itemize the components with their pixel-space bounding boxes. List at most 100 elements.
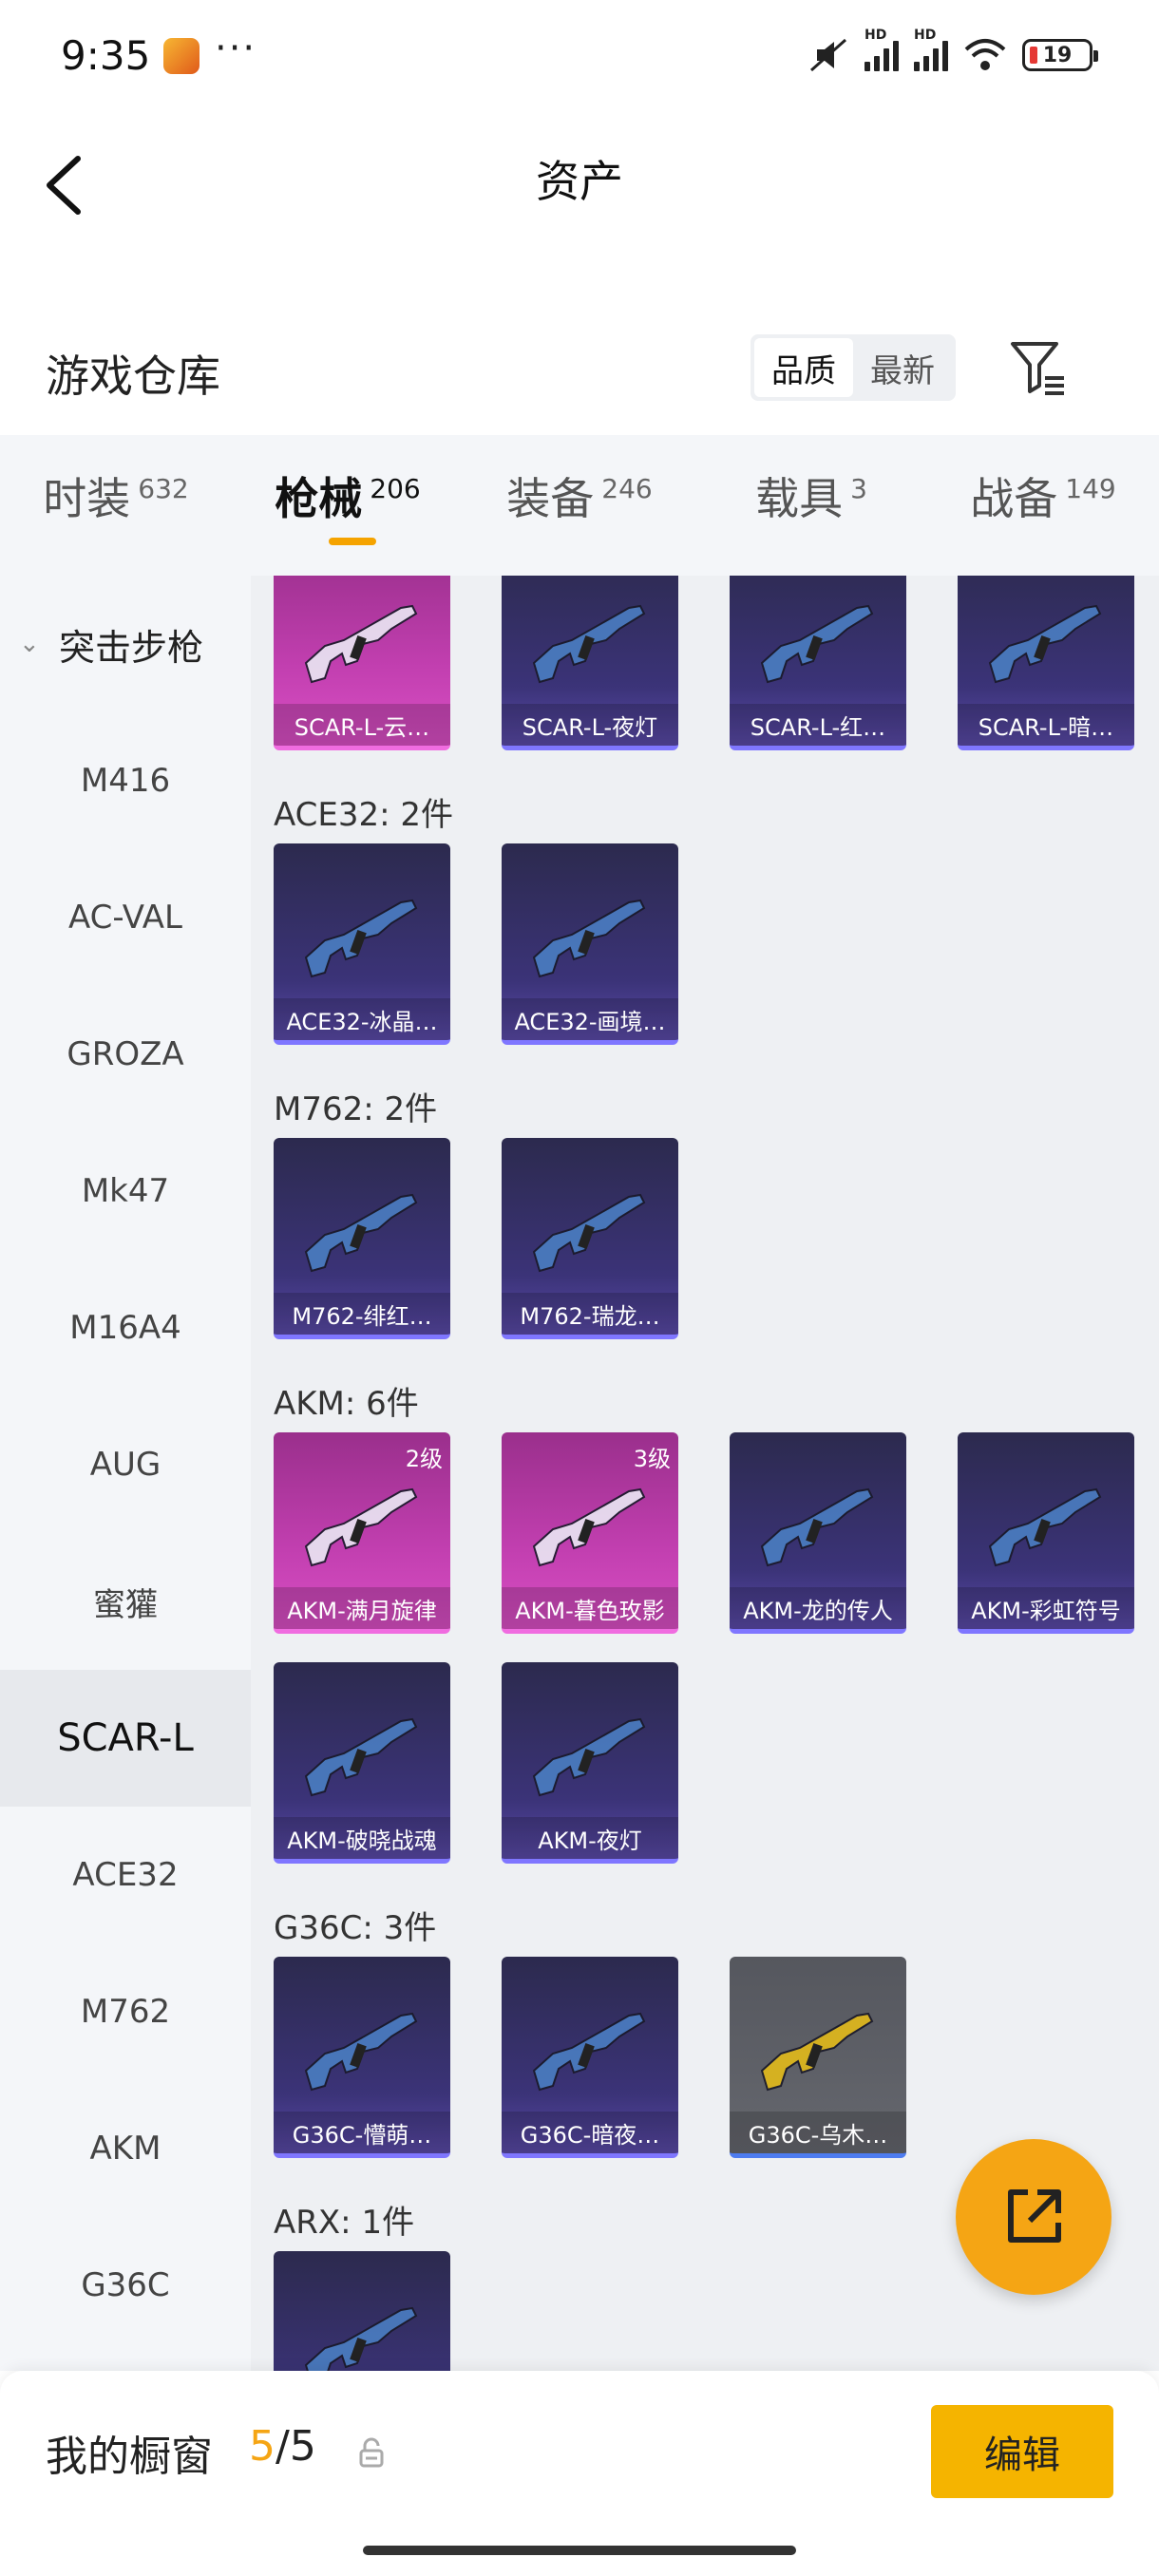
showcase-used: 5 — [249, 2422, 276, 2471]
skin-name: G36C-乌木… — [730, 2112, 906, 2153]
category-tabs: 时装 632 枪械 206 装备 246 载具 3 战备 149 — [0, 435, 1159, 576]
group-title: ACE32: 2件 — [274, 795, 454, 834]
home-indicator[interactable] — [363, 2546, 796, 2555]
sidebar-item-m416[interactable]: M416 — [0, 712, 251, 849]
tab-label: 时装 — [43, 473, 131, 524]
sidebar-item-ac-val[interactable]: AC-VAL — [0, 849, 251, 986]
sidebar-category-assault-rifle[interactable]: ⌄ 突击步枪 — [0, 576, 251, 712]
skin-name: AKM-满月旋律 — [274, 1587, 450, 1629]
weapon-skin-card[interactable]: AKM-彩虹符号 — [958, 1432, 1134, 1634]
skin-name: M762-瑞龙… — [502, 1293, 678, 1335]
tab-count: 246 — [601, 472, 653, 504]
edit-button[interactable]: 编辑 — [931, 2405, 1113, 2498]
skin-name: SCAR-L-夜灯 — [502, 704, 678, 746]
rifle-icon — [532, 1193, 646, 1273]
sidebar-category-label: 突击步枪 — [59, 626, 204, 669]
battery-level: 19 — [1042, 43, 1073, 67]
status-time: 9:35 — [61, 32, 151, 79]
weapon-skin-card[interactable]: SCAR-L-暗… — [958, 576, 1134, 750]
warehouse-header: 游戏仓库 品质 最新 — [0, 313, 1159, 423]
group-grid: SCAR-L-云… SCAR-L-夜灯 SCAR-L-红… SCAR-L-暗… — [251, 576, 1159, 779]
weapon-skin-card[interactable]: G36C-乌木… — [730, 1957, 906, 2158]
rifle-icon — [532, 899, 646, 978]
weapon-skin-card[interactable]: 3级 AKM-暮色玫影 — [502, 1432, 678, 1634]
weapon-skin-card[interactable]: AKM-龙的传人 — [730, 1432, 906, 1634]
skin-name: G36C-暗夜… — [502, 2112, 678, 2153]
battery-icon: 19 — [1022, 39, 1098, 71]
weapon-skin-card[interactable]: AKM-破晓战魂 — [274, 1662, 450, 1864]
sidebar-item-m762[interactable]: M762 — [0, 1943, 251, 2080]
status-bar: 9:35 ··· HD HD 19 — [0, 0, 1159, 109]
showcase-count: 5/5 — [249, 2422, 316, 2471]
sidebar-item-scar-l[interactable]: SCAR-L — [0, 1670, 251, 1807]
sidebar-item-ace32[interactable]: ACE32 — [0, 1807, 251, 1943]
rifle-icon — [532, 1717, 646, 1797]
weapon-skin-card[interactable] — [274, 2251, 450, 2371]
skin-level-badge: 2级 — [405, 1446, 443, 1472]
showcase-label: 我的橱窗 — [46, 2433, 213, 2481]
rifle-icon — [304, 1717, 418, 1797]
share-button[interactable] — [956, 2139, 1112, 2295]
sidebar-item-aug[interactable]: AUG — [0, 1396, 251, 1533]
page-title: 资产 — [536, 156, 623, 207]
rifle-icon — [988, 1487, 1102, 1567]
weapon-skin-card[interactable]: M762-绯红… — [274, 1138, 450, 1339]
weapon-skin-card[interactable]: ACE32-画境… — [502, 843, 678, 1045]
weapon-skin-card[interactable]: SCAR-L-红… — [730, 576, 906, 750]
rifle-icon — [760, 2012, 874, 2092]
skin-name: ACE32-画境… — [502, 998, 678, 1040]
group-title: AKM: 6件 — [274, 1384, 419, 1423]
sort-by-newest-button[interactable]: 最新 — [853, 338, 952, 397]
weapon-skin-card[interactable]: G36C-暗夜… — [502, 1957, 678, 2158]
sidebar-item-groza[interactable]: GROZA — [0, 986, 251, 1123]
rifle-icon — [304, 1193, 418, 1273]
weapon-list: SCAR-L-云… SCAR-L-夜灯 SCAR-L-红… SCAR-L-暗… ACE3… — [251, 576, 1159, 2371]
group-title: M762: 2件 — [274, 1089, 438, 1128]
signal-icon-1: HD — [864, 28, 899, 71]
tab-equipment[interactable]: 装备 246 — [464, 435, 695, 576]
weapon-skin-card[interactable]: AKM-夜灯 — [502, 1662, 678, 1864]
group-grid: 2级 AKM-满月旋律 3级 AKM-暮色玫影 AKM-龙的传人 AKM-彩虹符号 AKM-… — [251, 1432, 1159, 1892]
group-title: G36C: 3件 — [274, 1908, 437, 1947]
skin-name: SCAR-L-红… — [730, 704, 906, 746]
weapon-skin-card[interactable]: M762-瑞龙… — [502, 1138, 678, 1339]
tab-firearms[interactable]: 枪械 206 — [232, 435, 464, 576]
mute-icon — [810, 38, 846, 72]
sidebar-item-akm[interactable]: AKM — [0, 2080, 251, 2217]
tab-label: 载具 — [755, 473, 844, 524]
sort-by-quality-button[interactable]: 品质 — [754, 338, 853, 397]
page-header: 资产 — [0, 109, 1159, 247]
share-external-icon — [1008, 2189, 1061, 2243]
rifle-icon — [532, 604, 646, 684]
tab-count: 149 — [1065, 472, 1116, 504]
rifle-icon — [532, 2012, 646, 2092]
sidebar-item-g36c[interactable]: G36C — [0, 2217, 251, 2354]
group-grid: M762-绯红… M762-瑞龙… — [251, 1138, 1159, 1368]
lock-icon — [359, 2437, 384, 2468]
warehouse-title: 游戏仓库 — [46, 350, 220, 402]
skin-name: AKM-破晓战魂 — [274, 1817, 450, 1859]
skin-name: G36C-懵萌… — [274, 2112, 450, 2153]
weapon-skin-card[interactable]: G36C-懵萌… — [274, 1957, 450, 2158]
weapon-skin-card[interactable]: SCAR-L-夜灯 — [502, 576, 678, 750]
rifle-icon — [304, 899, 418, 978]
rifle-icon — [988, 604, 1102, 684]
sidebar-item-m16a4[interactable]: M16A4 — [0, 1260, 251, 1396]
chevron-down-icon: ⌄ — [19, 630, 40, 658]
signal-icon-2: HD — [914, 28, 948, 71]
filter-icon[interactable] — [1007, 336, 1070, 399]
more-notifications-icon: ··· — [215, 27, 257, 70]
sidebar-item-mk47[interactable]: Mk47 — [0, 1123, 251, 1260]
rifle-icon — [304, 2012, 418, 2092]
tab-label: 战备 — [970, 473, 1058, 524]
tab-costume[interactable]: 时装 632 — [0, 435, 232, 576]
skin-name: AKM-龙的传人 — [730, 1587, 906, 1629]
weapon-skin-card[interactable]: 2级 AKM-满月旋律 — [274, 1432, 450, 1634]
weapon-skin-card[interactable]: ACE32-冰晶… — [274, 843, 450, 1045]
showcase-total: 5 — [289, 2422, 316, 2471]
sort-toggle: 品质 最新 — [750, 334, 956, 401]
weapon-skin-card[interactable]: SCAR-L-云… — [274, 576, 450, 750]
tab-vehicles[interactable]: 载具 3 — [695, 435, 927, 576]
tab-supplies[interactable]: 战备 149 — [927, 435, 1159, 576]
sidebar-item-honey-badger[interactable]: 蜜獾 — [0, 1533, 251, 1670]
